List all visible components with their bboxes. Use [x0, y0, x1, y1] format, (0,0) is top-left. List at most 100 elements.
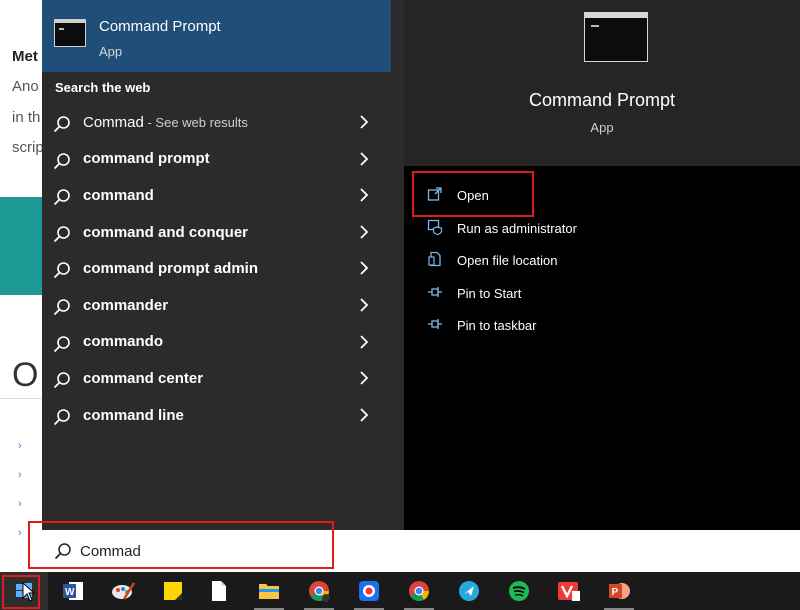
search-icon	[53, 189, 70, 206]
chevron-right-icon[interactable]	[359, 114, 369, 130]
background-text-line: Ano	[12, 78, 39, 95]
pin-icon	[428, 319, 442, 329]
action-open-file-location[interactable]: Open file location	[404, 244, 800, 277]
action-label: Pin to Start	[457, 285, 522, 301]
word-icon: W	[63, 582, 83, 600]
taskbar-vivaldi[interactable]	[544, 572, 594, 610]
highlight-open-action	[412, 171, 534, 217]
powerpoint-icon: P	[609, 583, 630, 599]
web-result-label: command and conquer	[83, 223, 249, 241]
taskbar-camera[interactable]	[344, 572, 394, 610]
web-result-item[interactable]: command prompt	[42, 141, 391, 178]
taskbar-app[interactable]	[444, 572, 494, 610]
taskbar-word[interactable]: W	[48, 572, 98, 610]
action-label: Run as administrator	[457, 220, 577, 236]
command-prompt-icon	[54, 19, 86, 47]
preview-header: Command Prompt App	[404, 0, 800, 166]
search-web-heading: Search the web	[55, 80, 151, 95]
web-result-item[interactable]: Commad - See web results	[42, 104, 391, 141]
web-result-label: command prompt	[83, 150, 210, 168]
action-pin-to-start[interactable]: Pin to Start	[404, 277, 800, 310]
preview-pane: Command Prompt App Open Run as administr…	[404, 0, 800, 530]
camera-icon	[359, 581, 379, 601]
web-result-label: command prompt admin	[83, 260, 259, 278]
chevron-right-icon[interactable]	[359, 260, 369, 276]
search-icon	[53, 408, 70, 425]
web-result-item[interactable]: command line	[42, 397, 391, 434]
web-result-item[interactable]: commander	[42, 287, 391, 324]
svg-text:P: P	[612, 587, 619, 598]
chevron-right-icon[interactable]	[359, 407, 369, 423]
file-explorer-icon	[259, 584, 279, 599]
preview-app-name: Command Prompt	[528, 90, 676, 110]
search-icon	[53, 116, 70, 133]
results-pane: Command Prompt App Search the web Commad…	[42, 0, 391, 530]
search-icon	[53, 262, 70, 279]
chevron-right-icon[interactable]	[359, 187, 369, 203]
preview-app-type: App	[590, 120, 614, 135]
background-text-line: scrip	[12, 139, 44, 156]
taskbar-powerpoint[interactable]: P	[594, 572, 644, 610]
app-icon	[459, 581, 479, 601]
taskbar-paint[interactable]	[98, 572, 148, 610]
web-result-label: command	[83, 186, 154, 204]
action-label: Pin to taskbar	[457, 318, 537, 333]
taskbar-file[interactable]	[194, 572, 244, 610]
search-icon	[53, 152, 70, 169]
chevron-right-icon[interactable]	[359, 370, 369, 386]
taskbar-file-explorer[interactable]	[244, 572, 294, 610]
taskbar-chrome-2[interactable]	[394, 572, 444, 610]
background-bullet: ›	[18, 440, 22, 452]
background-text-line: in th	[12, 109, 41, 126]
web-result-item[interactable]: command and conquer	[42, 214, 391, 251]
best-match-item[interactable]: Command Prompt App	[42, 0, 391, 72]
background-bullet: ›	[18, 498, 22, 510]
highlight-start-button	[2, 575, 40, 609]
chevron-right-icon[interactable]	[359, 151, 369, 167]
web-result-label: commander	[83, 296, 169, 314]
web-results-list: Commad - See web results command prompt …	[42, 104, 391, 433]
chevron-right-icon[interactable]	[359, 334, 369, 350]
sticky-notes-icon	[164, 582, 182, 600]
taskbar-chrome[interactable]	[294, 572, 344, 610]
action-pin-to-taskbar[interactable]: Pin to taskbar	[404, 309, 800, 342]
svg-text:W: W	[65, 587, 75, 598]
file-location-icon	[428, 251, 441, 267]
web-result-item[interactable]: command	[42, 177, 391, 214]
best-match-type: App	[99, 44, 123, 59]
web-result-item[interactable]: commando	[42, 324, 391, 361]
background-banner	[0, 197, 44, 295]
background-webpage: Met Ano in th scrip O › › › ›	[0, 0, 44, 572]
search-icon	[53, 299, 70, 316]
chevron-right-icon[interactable]	[359, 224, 369, 240]
web-result-suffix: - See web results	[143, 114, 248, 130]
search-icon	[53, 372, 70, 389]
background-heading: O	[12, 356, 39, 394]
web-result-label: command line	[83, 406, 184, 424]
web-result-item[interactable]: command center	[42, 360, 391, 397]
highlight-search-box	[28, 521, 334, 569]
background-bullet: ›	[18, 469, 22, 481]
web-result-label: commando	[83, 333, 164, 351]
start-search-panel: Command Prompt App Search the web Commad…	[42, 0, 800, 572]
web-result-item[interactable]: command prompt admin	[42, 250, 391, 287]
pin-icon	[428, 286, 442, 297]
spotify-icon	[509, 581, 529, 601]
vivaldi-icon	[558, 582, 580, 601]
search-icon	[53, 225, 70, 242]
web-result-label: command center	[83, 369, 204, 387]
shield-icon	[427, 219, 443, 235]
paint-icon	[112, 582, 136, 600]
background-title: Met	[12, 48, 38, 65]
chevron-right-icon[interactable]	[359, 297, 369, 313]
file-icon	[212, 581, 226, 601]
chrome-icon	[409, 581, 430, 602]
chrome-icon	[309, 581, 330, 602]
best-match-name: Command Prompt	[99, 18, 221, 35]
web-result-label: Commad	[83, 113, 144, 131]
taskbar-sticky-notes[interactable]	[148, 572, 198, 610]
command-prompt-icon	[584, 12, 648, 62]
background-bullet: ›	[18, 527, 22, 539]
taskbar-spotify[interactable]	[494, 572, 544, 610]
search-icon	[53, 335, 70, 352]
